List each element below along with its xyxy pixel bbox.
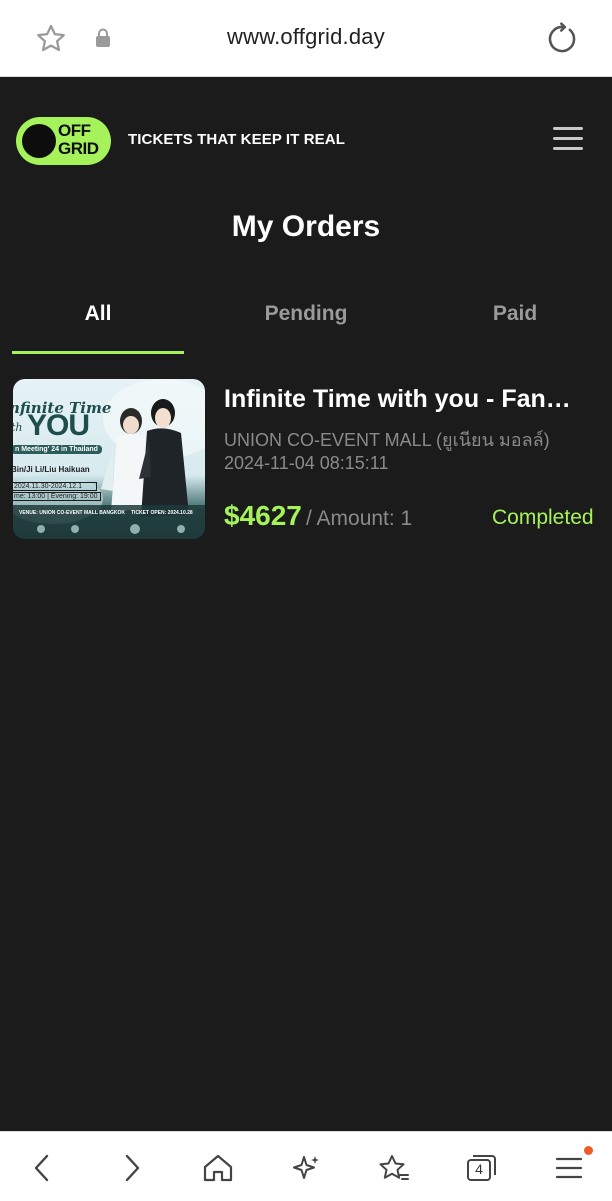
order-event-title[interactable]: Infinite Time with you - Fan… [224,385,604,414]
tab-pending[interactable]: Pending [220,302,392,326]
browser-address-bar: www.offgrid.day [0,0,612,77]
sparkle-ai-icon[interactable] [286,1153,326,1183]
hamburger-menu-icon[interactable] [553,127,583,157]
page-title: My Orders [231,210,381,243]
offgrid-logo[interactable]: OFF GRID [16,117,111,165]
event-poster-thumbnail[interactable]: nfinite Time th YOU n Meeting' 24 in Tha… [13,379,205,539]
site-tagline: TICKETS THAT KEEP IT REAL [128,131,345,148]
order-amount: / Amount: 1 [306,507,413,530]
logo-text-line1: OFF [58,121,91,140]
tabs-switcher-icon[interactable]: 4 [462,1153,502,1183]
poster-title-line2: YOU [27,409,90,442]
order-venue: UNION CO-EVENT MALL (ยูเนียน มอลล์) [224,430,550,450]
logo-dot [22,124,56,158]
bookmarks-star-icon[interactable] [374,1153,414,1183]
order-price: $4627 [224,500,302,531]
poster-times: me: 13:00 | Evening: 19:00 [13,492,101,501]
poster-ticket-open: TICKET OPEN: 2024.10.28 [131,510,193,516]
tab-count: 4 [475,1161,483,1177]
poster-dates: 2024.11.30-2024.12.1 [13,482,97,491]
poster-subtitle: n Meeting' 24 in Thailand [13,445,102,454]
back-chevron-icon[interactable] [22,1153,62,1183]
order-tabs: All Pending Paid [12,292,612,354]
order-datetime: 2024-11-04 08:15:11 [224,453,389,473]
tab-paid[interactable]: Paid [429,302,601,326]
site-header: OFF GRID TICKETS THAT KEEP IT REAL [0,77,612,207]
browser-bottom-toolbar: 4 [0,1131,612,1201]
reload-icon[interactable] [545,22,579,61]
browser-menu-icon[interactable] [550,1153,590,1183]
order-status-badge: Completed [492,506,594,529]
poster-cast: Bin/Ji Li/Liu Haikuan [13,465,90,474]
home-icon[interactable] [198,1153,238,1183]
notification-dot [584,1146,593,1155]
poster-title-small: th [13,421,23,434]
logo-text-line2: GRID [58,139,99,158]
url-text[interactable]: www.offgrid.day [0,24,612,50]
order-item[interactable]: nfinite Time th YOU n Meeting' 24 in Tha… [13,379,612,541]
active-tab-indicator [12,351,184,354]
logo-text: OFF GRID [58,122,99,158]
forward-chevron-icon[interactable] [112,1153,152,1183]
tab-all[interactable]: All [12,302,184,326]
poster-venue: VENUE: UNION CO-EVENT MALL BANGKOK [19,510,126,516]
